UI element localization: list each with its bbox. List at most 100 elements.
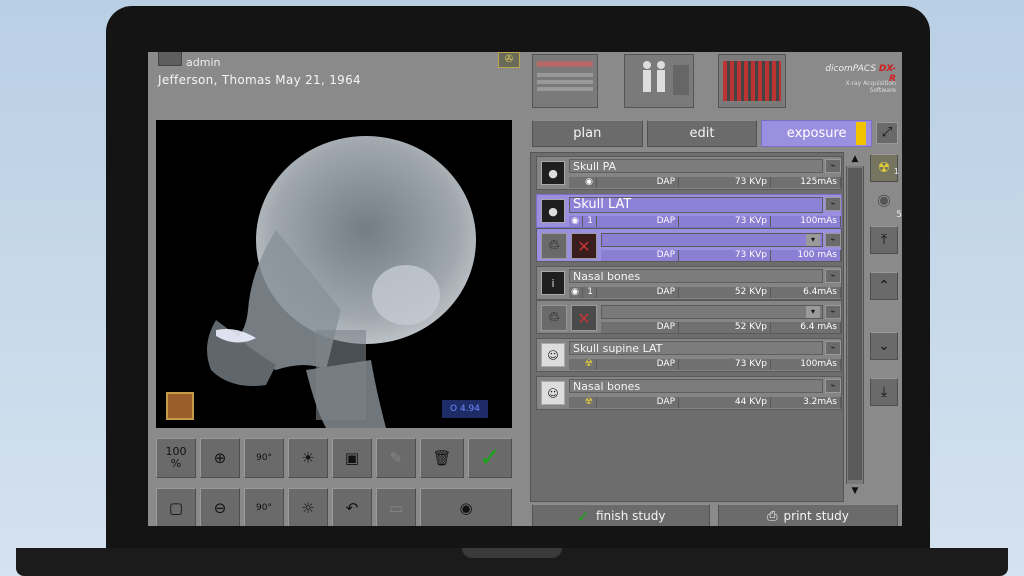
signal-icon[interactable]: ⌁ [825, 305, 841, 319]
check-icon: ✓ [479, 443, 501, 473]
mas-value: 125mAs [771, 177, 841, 188]
dose-indicator: O 4.94 [442, 400, 488, 418]
reject-button[interactable]: ✕ [571, 233, 597, 259]
print-study-label: print study [783, 509, 849, 523]
brightness-icon: ☀ [301, 449, 315, 467]
tab-edit[interactable]: edit [646, 120, 758, 147]
zoom-in-icon: ⊕ [213, 449, 227, 467]
radiation-icon: ☢ [569, 397, 597, 408]
trash-icon: 🗑 [432, 449, 452, 467]
signal-icon[interactable]: ⌁ [825, 341, 841, 355]
scroll-down-icon[interactable]: ▼ [846, 484, 864, 498]
brightness-down-button[interactable]: ☼ [288, 488, 328, 526]
dap-label: DAP [601, 250, 679, 261]
layout-thumbnail-body[interactable] [624, 54, 694, 108]
exam-title: Nasal bones [569, 379, 823, 393]
visibility-indicator: ◉ 5 [870, 190, 902, 220]
previous-button[interactable]: ⌃ [870, 272, 898, 300]
fit-button[interactable]: ▢ [156, 488, 196, 526]
user-label: admin [186, 56, 221, 69]
app-screen: admin Jefferson, Thomas May 21, 1964 ✇ d… [148, 52, 902, 526]
workflow-tabs: plan edit exposure [532, 120, 873, 147]
list-item[interactable]: ☺ Skull supine LAT ⌁ ☢ DAP 73 KVp 100mAs [536, 338, 842, 372]
recycle-button[interactable]: ♲ [541, 305, 567, 331]
exam-params: ☢ DAP 73 KVp 100mAs [569, 359, 841, 370]
exposure-params: DAP 73 KVp 100 mAs [601, 250, 841, 261]
scroll-up-icon[interactable]: ▲ [846, 152, 864, 166]
trash-button[interactable]: 🗑 [420, 438, 464, 478]
kvp-value: 44 KVp [679, 397, 771, 408]
print-icon: ⎙ [767, 508, 778, 524]
eye-icon: ◉ [569, 287, 583, 298]
rotate-cw-button[interactable]: 90° [244, 438, 284, 478]
exposure-dropdown[interactable]: ▾ [601, 305, 823, 319]
next-button[interactable]: ⌄ [870, 332, 898, 360]
last-button[interactable]: ⤓ [870, 378, 898, 406]
signal-icon[interactable]: ⌁ [825, 379, 841, 393]
radiation-icon: ☢ [569, 359, 597, 370]
brightness-up-button[interactable]: ☀ [288, 438, 328, 478]
zoom-out-button[interactable]: ⊖ [200, 488, 240, 526]
scroll-thumb[interactable] [848, 168, 862, 480]
exam-title: Skull PA [569, 159, 823, 173]
recycle-icon: ♲ [547, 238, 561, 254]
xray-viewer[interactable] [156, 120, 512, 428]
radiation-button[interactable]: ☢ 1 [870, 154, 899, 182]
settings-icon[interactable]: ✇ [498, 52, 520, 68]
list-item-selected[interactable]: ● Skull LAT ⌁ ◉ 1 DAP 73 KVp 100mAs [536, 194, 842, 228]
undo-icon: ↶ [345, 499, 359, 517]
dap-label: DAP [597, 359, 679, 370]
expand-icon: ⤢ [881, 125, 893, 140]
exam-params: ☢ DAP 44 KVp 3.2mAs [569, 397, 841, 408]
finish-study-label: finish study [595, 509, 666, 523]
disabled-tool-button[interactable]: ▭ [376, 488, 416, 526]
tab-plan[interactable]: plan [532, 120, 643, 147]
chevron-down-icon: ⌄ [878, 338, 890, 354]
body-part-icon: ● [541, 199, 565, 223]
list-item[interactable]: ☺ Nasal bones ⌁ ☢ DAP 44 KVp 3.2mAs [536, 376, 842, 410]
eye-icon: ◉ [459, 499, 473, 517]
first-button[interactable]: ⤒ [870, 226, 898, 254]
accept-button[interactable]: ✓ [468, 438, 512, 478]
kvp-value: 73 KVp [679, 216, 771, 227]
finish-study-button[interactable]: ✓ finish study [532, 504, 710, 526]
undo-button[interactable]: ↶ [332, 488, 372, 526]
list-item[interactable]: ● Skull PA ⌁ ◉ DAP 73 KVp 125mAs [536, 156, 842, 190]
view-button[interactable]: ◉ [420, 488, 512, 526]
zoom-100-button[interactable]: 100 % [156, 438, 196, 478]
kvp-value: 73 KVp [679, 359, 771, 370]
mas-value: 6.4 mAs [771, 322, 841, 333]
recycle-button[interactable]: ♲ [541, 233, 567, 259]
exposure-count: 1 [583, 216, 597, 227]
annotation-icon[interactable] [166, 392, 194, 420]
recycle-icon: ♲ [547, 310, 561, 326]
chevron-down-icon: ▾ [806, 306, 820, 318]
layout-thumbnail-grid[interactable] [718, 54, 786, 108]
zoom-in-button[interactable]: ⊕ [200, 438, 240, 478]
kvp-value: 73 KVp [679, 177, 771, 188]
reject-button[interactable]: ✕ [571, 305, 597, 331]
reject-icon: ✕ [577, 236, 591, 256]
signal-icon[interactable]: ⌁ [825, 197, 841, 211]
logo-subtitle: X-ray Acquisition Software [845, 80, 896, 94]
signal-icon[interactable]: ⌁ [825, 269, 841, 283]
body-part-icon: ☺ [541, 381, 565, 405]
print-study-button[interactable]: ⎙ print study [718, 504, 898, 526]
layout-thumbnail-list[interactable] [532, 54, 598, 108]
body-part-icon: ● [541, 161, 565, 185]
signal-icon[interactable]: ⌁ [825, 159, 841, 173]
wrench-button[interactable]: ✎ [376, 438, 416, 478]
chat-icon: ▭ [388, 499, 404, 517]
laptop-notch [462, 548, 562, 558]
exam-params: ◉ 1 DAP 52 KVp 6.4mAs [569, 287, 841, 298]
signal-icon[interactable]: ⌁ [825, 233, 841, 247]
exposure-dropdown[interactable]: ▾ [601, 233, 823, 247]
chevron-up-icon: ⌃ [878, 278, 890, 294]
mas-value: 100mAs [771, 359, 841, 370]
rotate-ccw-button[interactable]: 90° [244, 488, 284, 526]
exposure-params: DAP 52 KVp 6.4 mAs [601, 322, 841, 333]
region-button[interactable]: ▣ [332, 438, 372, 478]
list-item[interactable]: i Nasal bones ⌁ ◉ 1 DAP 52 KVp 6.4mAs [536, 266, 842, 300]
xray-image [207, 136, 476, 428]
expand-button[interactable]: ⤢ [876, 122, 898, 144]
